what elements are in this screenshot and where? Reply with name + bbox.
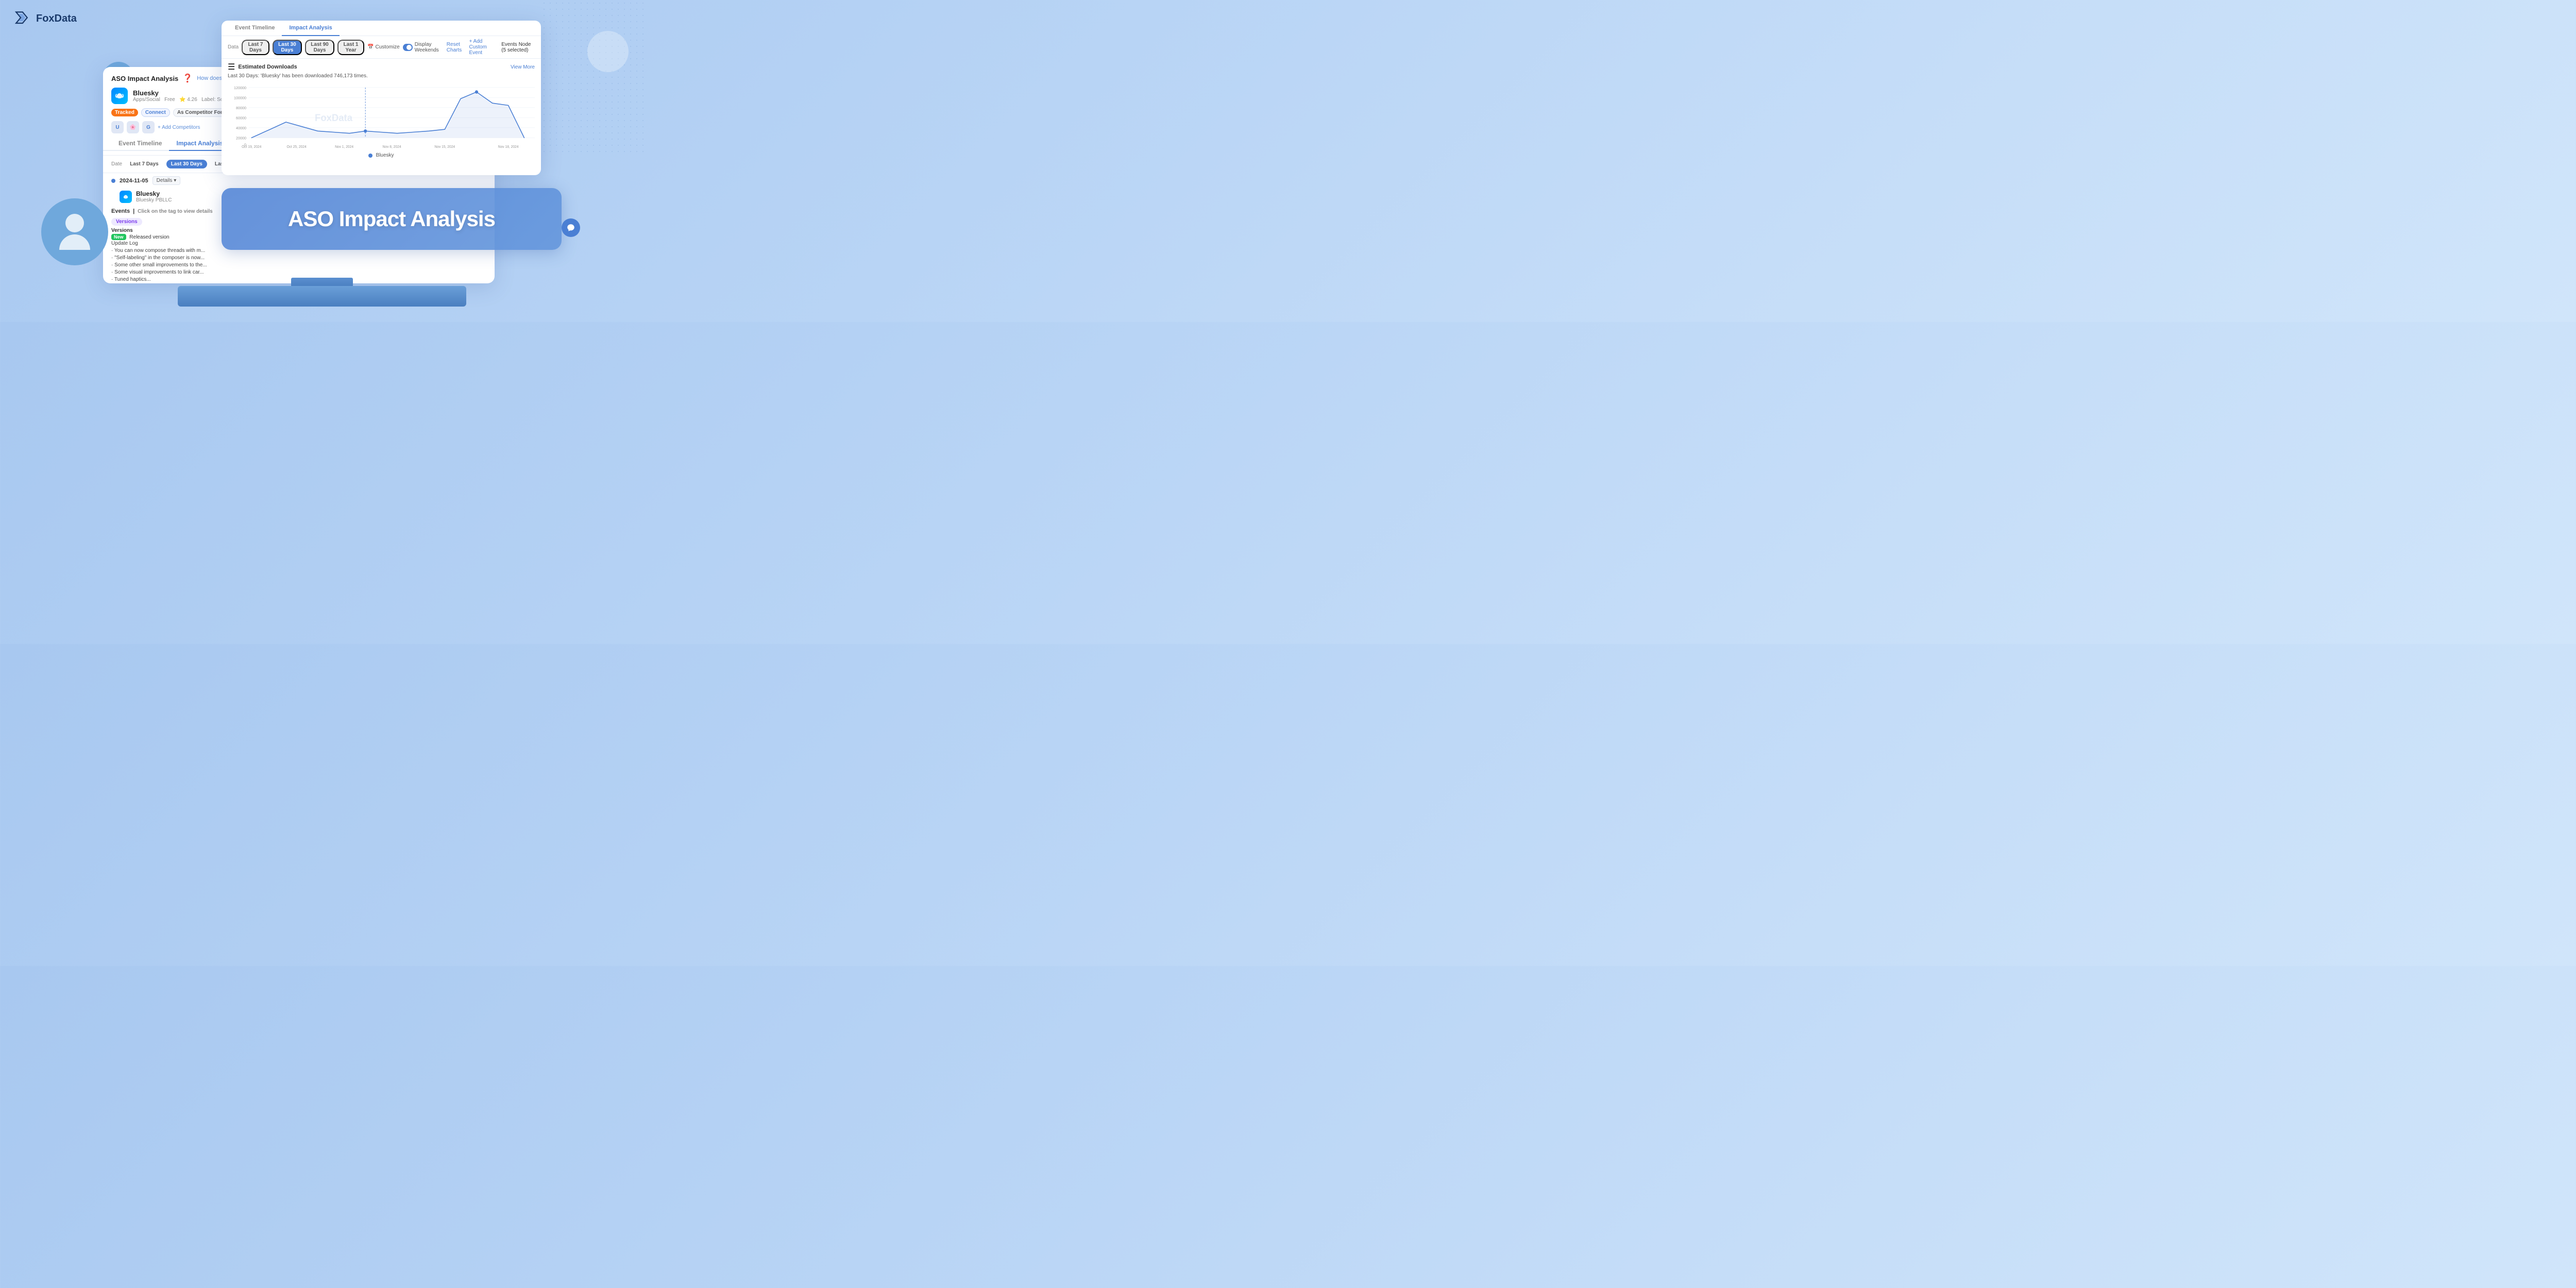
question-icon: ❓ (182, 73, 193, 83)
panel-date-btn-30days[interactable]: Last 30 Days (273, 40, 302, 55)
version-tag[interactable]: Versions (111, 218, 142, 226)
chart-title: Estimated Downloads (238, 64, 297, 70)
event-date-row: 2024-11-05 Details ▾ (103, 173, 495, 188)
events-hint: Click on the tag to view details (138, 209, 213, 214)
event-dot (111, 179, 115, 183)
date-btn-7days[interactable]: Last 7 Days (125, 160, 163, 168)
avatar-body (59, 234, 90, 250)
foxdata-logo-icon (12, 9, 31, 28)
logo-area: FoxData (12, 9, 77, 28)
aso-banner-text: ASO Impact Analysis (288, 207, 495, 231)
panel-date-row: Data Last 7 Days Last 30 Days Last 90 Da… (222, 36, 541, 59)
panel-date-btn-1year[interactable]: Last 1 Year (337, 40, 364, 55)
svg-text:40000: 40000 (236, 126, 246, 130)
competitor-icon-3: G (142, 121, 155, 133)
impact-analysis-panel: Event Timeline Impact Analysis Data Last… (222, 21, 541, 175)
add-competitors-link[interactable]: + Add Competitors (158, 125, 200, 130)
svg-text:100000: 100000 (234, 95, 246, 100)
update-log-line-3: · Some other small improvements to the..… (111, 262, 486, 269)
events-node-label[interactable]: Events Node (5 selected) (501, 42, 535, 53)
svg-text:80000: 80000 (236, 106, 246, 110)
panel-date-btn-90days[interactable]: Last 90 Days (305, 40, 334, 55)
deco-circle-right (587, 31, 629, 72)
avatar-circle (41, 198, 108, 265)
avatar-head (65, 214, 84, 232)
card-title: ASO Impact Analysis (111, 75, 178, 82)
competitor-badge[interactable]: As Competitor For (173, 108, 227, 117)
view-more-link[interactable]: View More (511, 64, 535, 70)
svg-text:Oct 25, 2024: Oct 25, 2024 (286, 145, 306, 149)
chart-area: 120000 100000 80000 60000 40000 20000 0 … (228, 82, 535, 154)
released-version-text: Released version (129, 234, 169, 240)
chat-button[interactable] (562, 218, 580, 237)
legend-label-bluesky: Bluesky (376, 152, 394, 158)
tracked-badge[interactable]: Tracked (111, 109, 138, 116)
monitor-base (178, 286, 466, 307)
tab-event-timeline[interactable]: Event Timeline (111, 137, 169, 151)
chart-menu-icon: ☰ (228, 62, 235, 72)
panel-right-actions: Reset Charts + Add Custom Event Events N… (447, 39, 535, 56)
chart-subtitle: Last 30 Days: 'Bluesky' has been downloa… (228, 73, 535, 79)
svg-text:Nov 1, 2024: Nov 1, 2024 (335, 145, 353, 149)
date-label: Date (111, 161, 122, 167)
panel-calendar-icon: 📅 (367, 44, 374, 50)
svg-text:Nov 15, 2024: Nov 15, 2024 (434, 145, 455, 149)
svg-text:60000: 60000 (236, 115, 246, 120)
chart-legend: Bluesky (228, 152, 535, 158)
svg-text:Nov 18, 2024: Nov 18, 2024 (498, 145, 519, 149)
aso-impact-banner: ASO Impact Analysis (222, 188, 562, 250)
connect-badge[interactable]: Connect (141, 108, 170, 117)
event-app-dev: Bluesky PBLLC (136, 197, 172, 203)
chevron-down-icon: ▾ (174, 178, 176, 183)
event-date-text: 2024-11-05 (120, 178, 148, 184)
chat-icon (566, 223, 575, 232)
downloads-chart-svg: 120000 100000 80000 60000 40000 20000 0 … (228, 82, 535, 149)
competitor-icon-2: 🌸 (127, 121, 139, 133)
panel-data-label: Data (228, 44, 239, 50)
panel-customize-btn[interactable]: 📅 Customize (367, 44, 400, 50)
svg-text:120000: 120000 (234, 86, 246, 90)
app-icon-bluesky (111, 88, 128, 104)
svg-text:Oct 19, 2024: Oct 19, 2024 (242, 145, 261, 149)
panel-display-weekends: Display Weekends (403, 42, 444, 53)
svg-text:20000: 20000 (236, 135, 246, 140)
update-log-line-2: · "Self-labeling" in the composer is now… (111, 255, 486, 262)
chart-section: ☰ Estimated Downloads View More Last 30 … (222, 59, 541, 156)
event-app-name: Bluesky (136, 190, 172, 197)
logo-text: FoxData (36, 13, 77, 25)
panel-add-custom-event-btn[interactable]: + Add Custom Event (469, 39, 496, 56)
update-log-line-4: · Some visual improvements to link car..… (111, 269, 486, 276)
panel-tabs: Event Timeline Impact Analysis (222, 21, 541, 36)
svg-text:FoxData: FoxData (315, 112, 352, 124)
panel-tab-impact-analysis[interactable]: Impact Analysis (282, 21, 339, 36)
details-button[interactable]: Details ▾ (152, 176, 181, 185)
display-weekends-toggle[interactable] (403, 44, 413, 51)
panel-tab-event-timeline[interactable]: Event Timeline (228, 21, 282, 36)
svg-text:Nov 8, 2024: Nov 8, 2024 (383, 145, 401, 149)
competitor-icon-1: U (111, 121, 124, 133)
event-app-icon (120, 191, 132, 203)
panel-date-btn-7days[interactable]: Last 7 Days (242, 40, 269, 55)
legend-dot-bluesky (368, 154, 372, 158)
dot-pattern-decoration (541, 0, 644, 155)
date-btn-30days[interactable]: Last 30 Days (166, 160, 207, 168)
avatar-person (59, 214, 90, 250)
toggle-knob (406, 45, 412, 50)
reset-charts-btn[interactable]: Reset Charts (447, 42, 464, 53)
new-badge: New (111, 234, 126, 240)
